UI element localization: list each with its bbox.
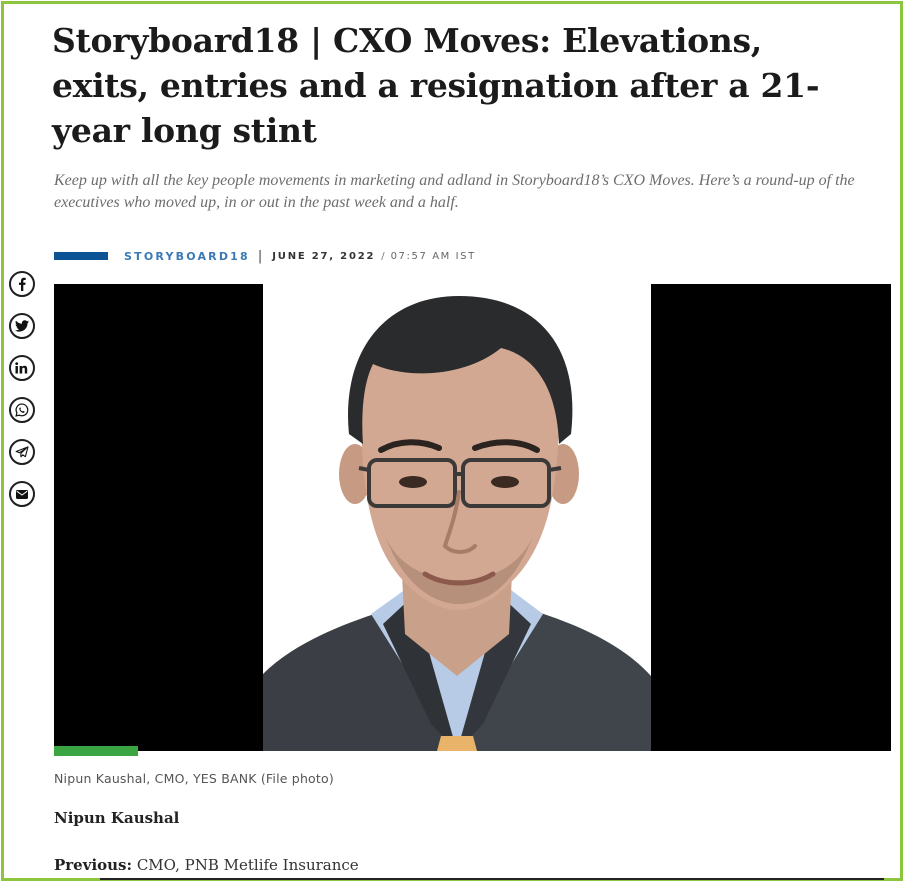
share-rail: [9, 271, 39, 523]
date-time-separator: /: [381, 250, 385, 262]
previous-role-line: Previous: CMO, PNB Metlife Insurance: [54, 856, 359, 874]
photo-caption: Nipun Kaushal, CMO, YES BANK (File photo…: [54, 771, 334, 786]
article-dek: Keep up with all the key people movement…: [54, 172, 855, 211]
share-telegram-button[interactable]: [9, 439, 35, 465]
linkedin-icon: [15, 362, 28, 374]
previous-role-value: CMO, PNB Metlife Insurance: [136, 856, 359, 874]
whatsapp-icon: [15, 403, 29, 417]
meta-accent-bar: [54, 252, 108, 260]
previous-label: Previous:: [54, 856, 133, 874]
meta-separator: |: [257, 248, 263, 264]
facebook-icon: [19, 277, 26, 291]
share-facebook-button[interactable]: [9, 271, 35, 297]
photo-subject-panel: [263, 284, 651, 751]
publish-time: 07:57 AM IST: [390, 250, 476, 262]
media-progress-fill: [54, 746, 138, 756]
person-name-heading: Nipun Kaushal: [54, 809, 180, 827]
share-linkedin-button[interactable]: [9, 355, 35, 381]
twitter-icon: [15, 320, 29, 332]
portrait-illustration: [263, 296, 651, 751]
telegram-icon: [15, 446, 29, 458]
share-email-button[interactable]: [9, 481, 35, 507]
bottom-divider: [100, 878, 884, 880]
share-whatsapp-button[interactable]: [9, 397, 35, 423]
email-icon: [16, 489, 28, 499]
share-twitter-button[interactable]: [9, 313, 35, 339]
article-headline: Storyboard18 | CXO Moves: Elevations, ex…: [52, 21, 820, 150]
media-progress-bar: [54, 746, 891, 756]
article-photo[interactable]: [54, 284, 891, 751]
source-link[interactable]: STORYBOARD18: [124, 250, 250, 263]
article-meta: STORYBOARD18 | JUNE 27, 2022 / 07:57 AM …: [54, 248, 476, 264]
publish-date: JUNE 27, 2022: [272, 250, 376, 262]
